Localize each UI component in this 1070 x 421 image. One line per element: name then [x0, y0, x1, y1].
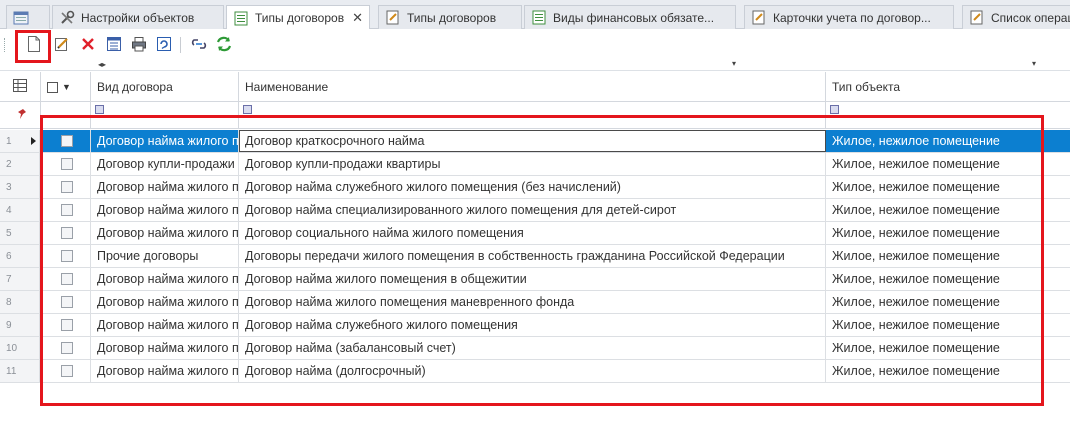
- window-icon: [13, 10, 29, 26]
- tab-contract-cards[interactable]: Карточки учета по договор...: [744, 5, 954, 29]
- column-chooser-button[interactable]: [0, 72, 41, 102]
- edit-doc-icon: [751, 10, 767, 26]
- tab-label: Виды финансовых обязате...: [553, 10, 715, 25]
- row-number: 11: [0, 360, 40, 382]
- tab-contract-types-list[interactable]: Типы договоров ✕: [226, 5, 370, 30]
- column-header-name[interactable]: Наименование: [239, 72, 826, 102]
- resize-arrows-icon[interactable]: ◂▸: [98, 60, 106, 69]
- print-button[interactable]: [129, 35, 149, 55]
- checkbox-icon: [47, 81, 58, 93]
- chevron-down-icon[interactable]: ▼: [62, 82, 71, 92]
- edit-button[interactable]: [52, 35, 72, 55]
- grid-settings-icon: [13, 79, 27, 95]
- close-icon[interactable]: ✕: [352, 10, 363, 26]
- tools-icon: [59, 10, 75, 26]
- column-header-type[interactable]: Тип объекта: [826, 72, 1070, 102]
- row-number: 9: [0, 314, 40, 336]
- link-button[interactable]: [189, 35, 209, 55]
- tab-label: Настройки объектов: [81, 10, 195, 25]
- tab-bar: Настройки объектов Типы договоров ✕ Типы…: [0, 0, 1070, 30]
- tab-label: Список операц: [991, 10, 1070, 25]
- row-number: 4: [0, 199, 40, 221]
- column-resize-strip: ◂▸ ▾ ▾: [0, 59, 1070, 71]
- table-icon: [233, 10, 249, 26]
- toolbar-separator: [180, 37, 181, 53]
- clear-filter-button[interactable]: [0, 102, 41, 128]
- delete-button[interactable]: [78, 35, 98, 55]
- toolbar: [0, 29, 1070, 61]
- columns-button[interactable]: [104, 35, 124, 55]
- edit-icon: [54, 36, 70, 55]
- toolbar-grip[interactable]: [4, 38, 7, 52]
- chevron-down-icon[interactable]: ▾: [1032, 59, 1036, 68]
- chevron-down-icon[interactable]: ▾: [732, 59, 736, 68]
- tab-contract-types-edit[interactable]: Типы договоров: [378, 5, 522, 29]
- highlight-grid-rows: [40, 115, 1044, 406]
- reload-icon: [215, 35, 233, 56]
- tab-financial-obligations[interactable]: Виды финансовых обязате...: [524, 5, 736, 29]
- pin-icon: [17, 108, 27, 123]
- tab-label: Карточки учета по договор...: [773, 10, 931, 25]
- tab-label: Типы договоров: [407, 10, 497, 25]
- row-number: 8: [0, 291, 40, 313]
- tab-object-settings[interactable]: Настройки объектов: [52, 5, 224, 29]
- row-number: 10: [0, 337, 40, 359]
- grid-header: ▼ Вид договора Наименование Тип объекта: [0, 72, 1070, 102]
- select-all-checkbox[interactable]: ▼: [41, 72, 91, 102]
- print-icon: [131, 36, 147, 55]
- filter-icon: [830, 105, 839, 114]
- columns-icon: [106, 36, 122, 55]
- row-number: 3: [0, 176, 40, 198]
- link-icon: [191, 36, 207, 55]
- filter-icon: [243, 105, 252, 114]
- filter-icon: [95, 105, 104, 114]
- row-number: 6: [0, 245, 40, 267]
- row-number: 7: [0, 268, 40, 290]
- row-number: 2: [0, 153, 40, 175]
- edit-doc-icon: [385, 10, 401, 26]
- highlight-new-button: [15, 30, 51, 63]
- delete-icon: [81, 37, 95, 54]
- refresh-view-icon: [156, 36, 172, 55]
- edit-doc-icon: [969, 10, 985, 26]
- tab-label: Типы договоров: [255, 11, 345, 25]
- column-header-vid[interactable]: Вид договора: [91, 72, 239, 102]
- table-icon: [531, 10, 547, 26]
- tab-home[interactable]: [6, 5, 50, 29]
- current-row-indicator-icon: [31, 137, 36, 145]
- row-number: 5: [0, 222, 40, 244]
- refresh-view-button[interactable]: [154, 35, 174, 55]
- reload-button[interactable]: [214, 35, 234, 55]
- tab-operations-list[interactable]: Список операц: [962, 5, 1070, 29]
